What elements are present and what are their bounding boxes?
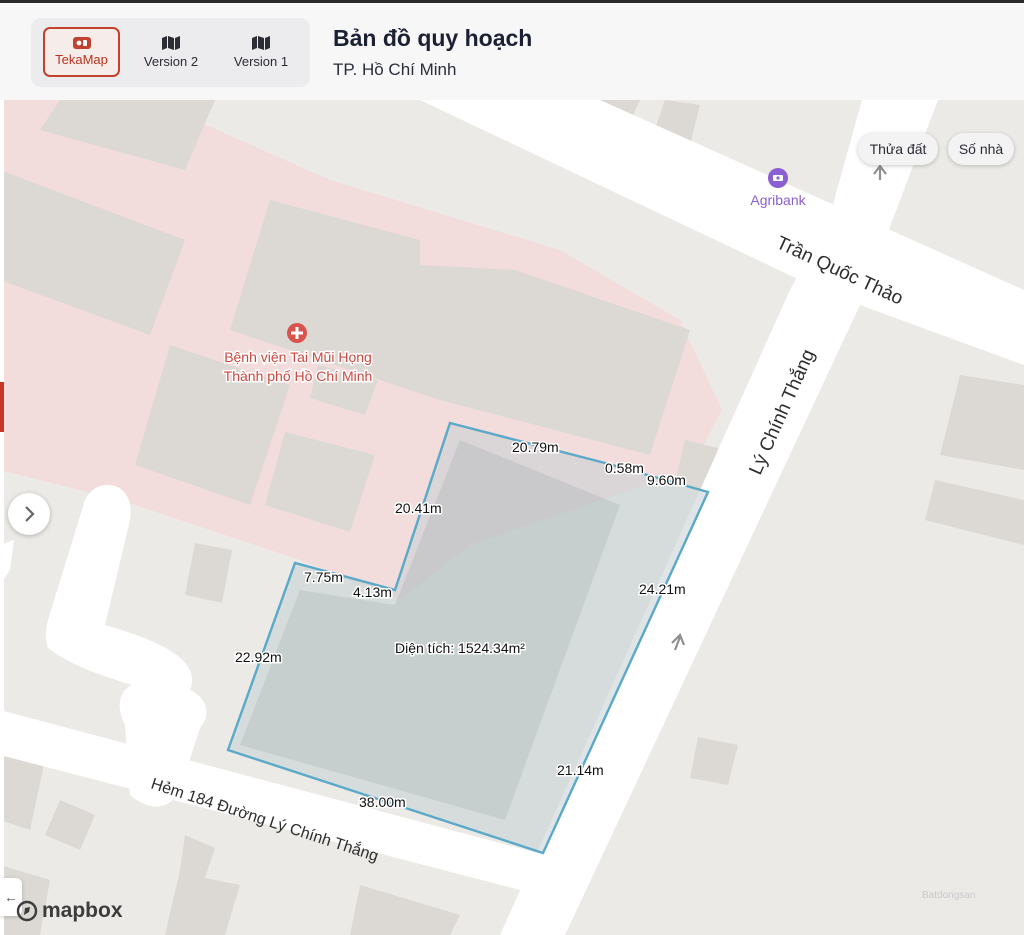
page-title: Bản đồ quy hoạch xyxy=(333,25,533,51)
edge-length-label: 21.14m xyxy=(557,762,604,778)
edge-length-label: 0.58m xyxy=(605,460,644,476)
version-1-button[interactable]: Version 1 xyxy=(222,27,300,77)
edge-length-label: 20.79m xyxy=(512,439,559,455)
version-switcher: TekaMap Version 2 Version 1 xyxy=(31,18,310,87)
edge-length-label: 4.13m xyxy=(353,584,392,600)
hospital-label-line1: Bệnh viện Tai Mũi Họng xyxy=(224,349,372,365)
version-2-button[interactable]: Version 2 xyxy=(132,27,210,77)
edge-length-label: 7.75m xyxy=(304,569,343,585)
tekamap-button[interactable]: TekaMap xyxy=(43,27,120,77)
mapbox-wordmark: mapbox xyxy=(42,899,123,922)
hospital-label-line2: Thành phố Hồ Chí Minh xyxy=(224,368,373,384)
chevron-right-icon xyxy=(25,506,35,522)
tekamap-logo-icon xyxy=(72,37,91,49)
edge-length-label: 9.60m xyxy=(647,472,686,488)
version-1-label: Version 1 xyxy=(233,54,289,69)
edge-length-label: 22.92m xyxy=(235,649,282,665)
tekamap-label: TekaMap xyxy=(55,52,108,67)
parcel-area-label: Diện tích: 1524.34m² xyxy=(395,640,525,656)
house-number-button[interactable]: Số nhà xyxy=(948,133,1014,165)
map-icon xyxy=(252,36,270,50)
map-canvas[interactable]: Bệnh viện Tai Mũi Họng Thành phố Hồ Chí … xyxy=(0,100,1024,935)
bank-label: Agribank xyxy=(750,192,806,208)
page-subtitle: TP. Hồ Chí Minh xyxy=(333,60,457,79)
top-bar: TekaMap Version 2 Version 1 Bản đồ quy h… xyxy=(0,0,1024,100)
map-left-edge xyxy=(0,100,4,935)
edge-length-label: 24.21m xyxy=(639,581,686,597)
watermark: Batdongsan xyxy=(922,890,976,901)
edge-length-label: 38.00m xyxy=(359,794,406,810)
hospital-cross-h xyxy=(291,331,303,335)
expand-panel-button[interactable] xyxy=(8,493,50,535)
parcel-button[interactable]: Thửa đất xyxy=(858,133,938,165)
mapbox-icon xyxy=(16,900,38,922)
edge-length-label: 20.41m xyxy=(395,500,442,516)
map-icon xyxy=(162,36,180,50)
bank-icon-coin xyxy=(776,176,780,180)
map-svg[interactable]: Bệnh viện Tai Mũi Họng Thành phố Hồ Chí … xyxy=(0,100,1024,935)
mapbox-logo[interactable]: mapbox xyxy=(16,899,123,923)
side-marker xyxy=(0,382,4,432)
version-2-label: Version 2 xyxy=(143,54,199,69)
